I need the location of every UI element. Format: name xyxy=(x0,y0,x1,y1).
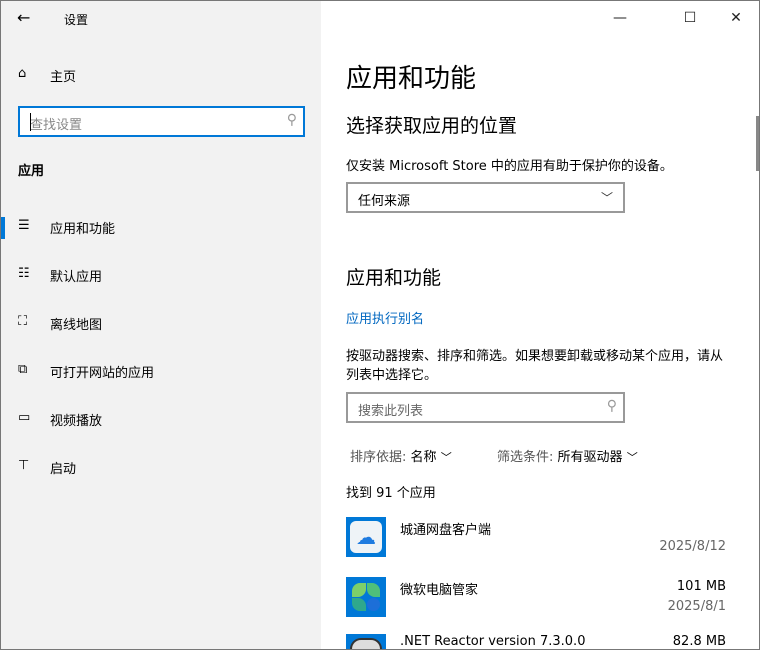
app-count: 找到 91 个应用 xyxy=(346,486,436,501)
scrollbar-thumb[interactable] xyxy=(756,116,759,171)
apps-heading: 应用和功能 xyxy=(346,267,442,289)
net-reactor-app-icon xyxy=(346,634,386,649)
maximize-button[interactable]: ☐ xyxy=(667,5,713,31)
app-list-item[interactable]: 微软电脑管家 101 MB 2025/8/1 xyxy=(346,577,726,637)
sidebar-item-label: 默认应用 xyxy=(50,270,103,285)
app-list-item[interactable]: ☁ 城通网盘客户端 2025/8/12 xyxy=(346,517,726,577)
window-title: 设置 xyxy=(64,13,89,27)
chevron-down-icon: ﹀ xyxy=(626,451,638,464)
map-icon: ⛶ xyxy=(18,314,28,329)
selection-indicator xyxy=(1,217,5,239)
source-heading: 选择获取应用的位置 xyxy=(346,115,518,137)
text-caret xyxy=(30,113,31,131)
chevron-down-icon: ﹀ xyxy=(440,451,452,464)
filter-label: 筛选条件: xyxy=(497,450,554,465)
list-search-input[interactable]: 搜索此列表 ⚲ xyxy=(346,392,625,423)
sort-value: 名称 xyxy=(410,450,437,465)
sidebar-item-label: 视频播放 xyxy=(50,414,103,429)
list-search-placeholder: 搜索此列表 xyxy=(358,404,424,419)
home-label: 主页 xyxy=(50,70,77,85)
video-icon: ▭ xyxy=(18,410,31,425)
home-icon: ⌂ xyxy=(18,66,27,81)
sidebar-item-5[interactable]: ⊤ 启动 xyxy=(1,447,321,487)
minimize-button[interactable]: — xyxy=(597,5,643,31)
search-icon: ⚲ xyxy=(606,398,617,414)
app-source-dropdown[interactable]: 任何来源 ﹀ xyxy=(346,182,625,213)
sidebar-item-4[interactable]: ▭ 视频播放 xyxy=(1,399,321,439)
sidebar-item-label: 可打开网站的应用 xyxy=(50,366,155,381)
startup-icon: ⊤ xyxy=(18,458,30,473)
page-title: 应用和功能 xyxy=(346,64,477,94)
search-placeholder: 查找设置 xyxy=(30,118,83,133)
app-alias-link[interactable]: 应用执行别名 xyxy=(346,308,424,327)
sidebar-item-label: 离线地图 xyxy=(50,318,103,333)
back-button[interactable]: ← xyxy=(17,8,30,27)
app-name: 微软电脑管家 xyxy=(400,583,479,598)
settings-window: ← 设置 ⌂ 主页 查找设置 ⚲ 应用 ☰ 应用和功能 ☷ 默认应用 ⛶ 离线地图 ⧉ 可打开… xyxy=(0,0,760,650)
main-content: — ☐ ✕ 应用和功能 选择获取应用的位置 仅安装 Microsoft Stor… xyxy=(321,1,759,649)
app-size: 82.8 MB xyxy=(672,634,726,649)
sidebar-item-label: 启动 xyxy=(50,462,77,477)
search-icon: ⚲ xyxy=(286,112,297,128)
sidebar-item-label: 应用和功能 xyxy=(50,222,116,237)
apps-description: 按驱动器搜索、排序和筛选。如果想要卸载或移动某个应用，请从列表中选择它。 xyxy=(346,349,724,383)
close-button[interactable]: ✕ xyxy=(713,5,759,31)
app-list-item[interactable]: .NET Reactor version 7.3.0.0 82.8 MB xyxy=(346,634,726,649)
source-description: 仅安装 Microsoft Store 中的应用有助于保护你的设备。 xyxy=(346,159,673,174)
app-name: 城通网盘客户端 xyxy=(400,523,492,538)
list-icon: ☰ xyxy=(18,218,30,233)
settings-search-input[interactable]: 查找设置 ⚲ xyxy=(18,106,305,137)
filter-value: 所有驱动器 xyxy=(557,450,623,465)
sidebar-item-home[interactable]: ⌂ 主页 xyxy=(1,55,321,95)
sidebar-item-2[interactable]: ⛶ 离线地图 xyxy=(1,303,321,343)
app-date: 2025/8/12 xyxy=(659,539,726,554)
open-web-icon: ⧉ xyxy=(18,362,28,377)
filter-dropdown[interactable]: 筛选条件: 所有驱动器 ﹀ xyxy=(497,446,638,465)
sort-dropdown[interactable]: 排序依据: 名称 ﹀ xyxy=(350,446,452,465)
pc-manager-app-icon xyxy=(346,577,386,617)
cloud-drive-app-icon: ☁ xyxy=(346,517,386,557)
sort-label: 排序依据: xyxy=(350,450,407,465)
dropdown-value: 任何来源 xyxy=(358,194,411,209)
sidebar-item-3[interactable]: ⧉ 可打开网站的应用 xyxy=(1,351,321,391)
app-date: 2025/8/1 xyxy=(667,599,726,614)
chevron-down-icon: ﹀ xyxy=(600,191,613,205)
default-apps-icon: ☷ xyxy=(18,266,30,281)
app-size: 101 MB xyxy=(676,579,726,594)
sidebar: ← 设置 ⌂ 主页 查找设置 ⚲ 应用 ☰ 应用和功能 ☷ 默认应用 ⛶ 离线地图 ⧉ 可打开… xyxy=(1,1,321,649)
app-name: .NET Reactor version 7.3.0.0 xyxy=(400,634,586,649)
section-heading: 应用 xyxy=(18,164,45,179)
sidebar-item-0[interactable]: ☰ 应用和功能 xyxy=(1,207,321,247)
sidebar-item-1[interactable]: ☷ 默认应用 xyxy=(1,255,321,295)
